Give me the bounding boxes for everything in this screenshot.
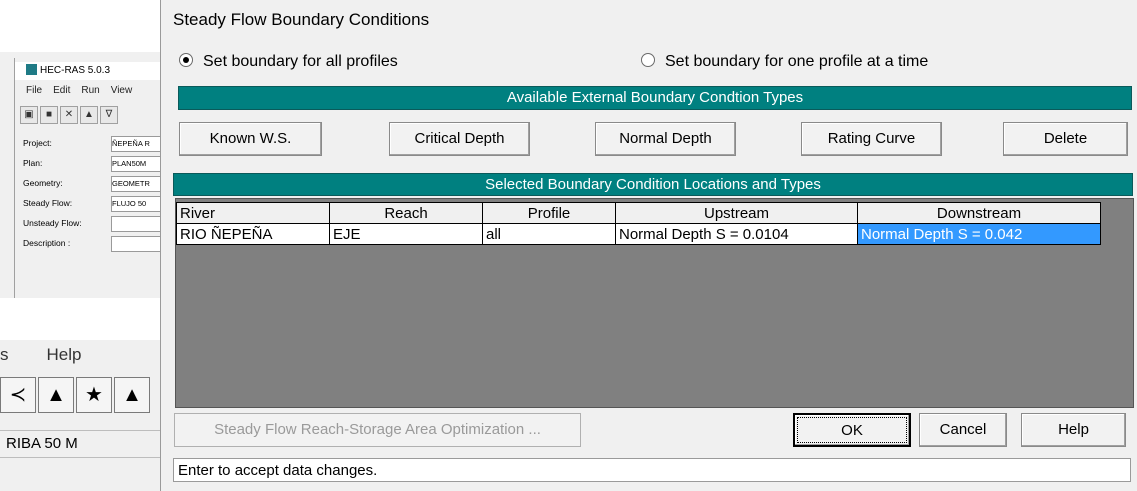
desktop-strip <box>0 298 168 340</box>
column-profile[interactable]: Profile <box>482 202 616 224</box>
cell-reach[interactable]: EJE <box>329 223 483 245</box>
table-header-row: River Reach Profile Upstream Downstream <box>176 202 1101 224</box>
cell-profile[interactable]: all <box>482 223 616 245</box>
menu-view[interactable]: View <box>111 85 133 96</box>
column-river[interactable]: River <box>176 202 330 224</box>
hecras-main-window: HEC-RAS 5.0.3 File Edit Run View ▣ ■ ✕ ▲ ∇ Proj… <box>0 0 173 491</box>
unsteady-flow-row: Unsteady Flow: <box>23 214 173 232</box>
radio-set-all-profiles[interactable]: Set boundary for all profiles <box>179 52 398 72</box>
menu-partial: s <box>0 345 9 364</box>
second-window-menubar: s Help <box>0 342 168 368</box>
save-icon[interactable]: ■ <box>40 106 58 124</box>
boundary-locations-grid: River Reach Profile Upstream Downstream … <box>175 198 1134 408</box>
radio-set-one-profile[interactable]: Set boundary for one profile at a time <box>641 52 928 72</box>
ok-button[interactable]: OK <box>793 413 911 447</box>
delete-button[interactable]: Delete <box>1003 122 1128 156</box>
menu-file[interactable]: File <box>26 85 42 96</box>
hecras-toolbar: ▣ ■ ✕ ▲ ∇ <box>19 104 163 126</box>
radio-unselected-icon <box>641 53 655 67</box>
status-bar: Enter to accept data changes. <box>173 458 1131 482</box>
column-downstream[interactable]: Downstream <box>857 202 1101 224</box>
dialog-title: Steady Flow Boundary Conditions <box>173 10 430 29</box>
normal-depth-button[interactable]: Normal Depth <box>595 122 736 156</box>
known-ws-button[interactable]: Known W.S. <box>179 122 322 156</box>
steady-flow-row: Steady Flow: FLUJO 50 <box>23 194 173 212</box>
unsteady-flow-editor-icon[interactable]: ∇ <box>100 106 118 124</box>
project-row: Project: ÑEPEÑA R <box>23 134 173 152</box>
xyz-plot-icon[interactable]: ▲ <box>114 377 150 413</box>
hecras-menubar: File Edit Run View <box>15 82 163 100</box>
hecras-main-window-thumbnail: HEC-RAS 5.0.3 File Edit Run View ▣ ■ ✕ ▲ ∇ Proj… <box>14 58 173 298</box>
hecras-titlebar: HEC-RAS 5.0.3 <box>15 62 163 80</box>
geometry-row: Geometry: GEOMETR <box>23 174 173 192</box>
column-upstream[interactable]: Upstream <box>615 202 858 224</box>
geometry-editor-icon[interactable]: ✕ <box>60 106 78 124</box>
menu-run[interactable]: Run <box>81 85 99 96</box>
steady-flow-boundary-dialog: Steady Flow Boundary Conditions Set boun… <box>160 0 1137 491</box>
critical-depth-button[interactable]: Critical Depth <box>389 122 530 156</box>
column-reach[interactable]: Reach <box>329 202 483 224</box>
desktop-area <box>0 0 161 52</box>
rating-curve-button[interactable]: Rating Curve <box>801 122 942 156</box>
help-button[interactable]: Help <box>1021 413 1126 447</box>
boundary-locations-table: River Reach Profile Upstream Downstream … <box>176 202 1101 245</box>
hecras-title: HEC-RAS 5.0.3 <box>40 65 111 76</box>
second-window-toolbar: ≺ ▲ ★ ▲ <box>0 377 168 419</box>
radio-selected-icon <box>179 53 193 67</box>
open-icon[interactable]: ▣ <box>20 106 38 124</box>
reach-storage-optimization-button[interactable]: Steady Flow Reach-Storage Area Optimizat… <box>174 413 581 447</box>
locations-header: Selected Boundary Condition Locations an… <box>173 173 1133 196</box>
rating-curve-plot-icon[interactable]: ★ <box>76 377 112 413</box>
cell-downstream-selected[interactable]: Normal Depth S = 0.042 <box>857 223 1101 245</box>
boundary-types-header: Available External Boundary Condtion Typ… <box>178 86 1132 110</box>
steady-flow-editor-icon[interactable]: ▲ <box>80 106 98 124</box>
cross-section-plot-icon[interactable]: ▲ <box>38 377 74 413</box>
menu-edit[interactable]: Edit <box>53 85 70 96</box>
cancel-button[interactable]: Cancel <box>919 413 1007 447</box>
profile-plot-icon[interactable]: ≺ <box>0 377 36 413</box>
menu-help[interactable]: Help <box>47 345 82 364</box>
plan-row: Plan: PLAN50M <box>23 154 173 172</box>
second-window-status: RIBA 50 M <box>0 430 166 458</box>
hecras-app-icon <box>26 64 37 75</box>
table-row: RIO ÑEPEÑA EJE all Normal Depth S = 0.01… <box>176 223 1101 245</box>
cell-river[interactable]: RIO ÑEPEÑA <box>176 223 330 245</box>
description-row: Description : <box>23 234 173 252</box>
cell-upstream[interactable]: Normal Depth S = 0.0104 <box>615 223 858 245</box>
